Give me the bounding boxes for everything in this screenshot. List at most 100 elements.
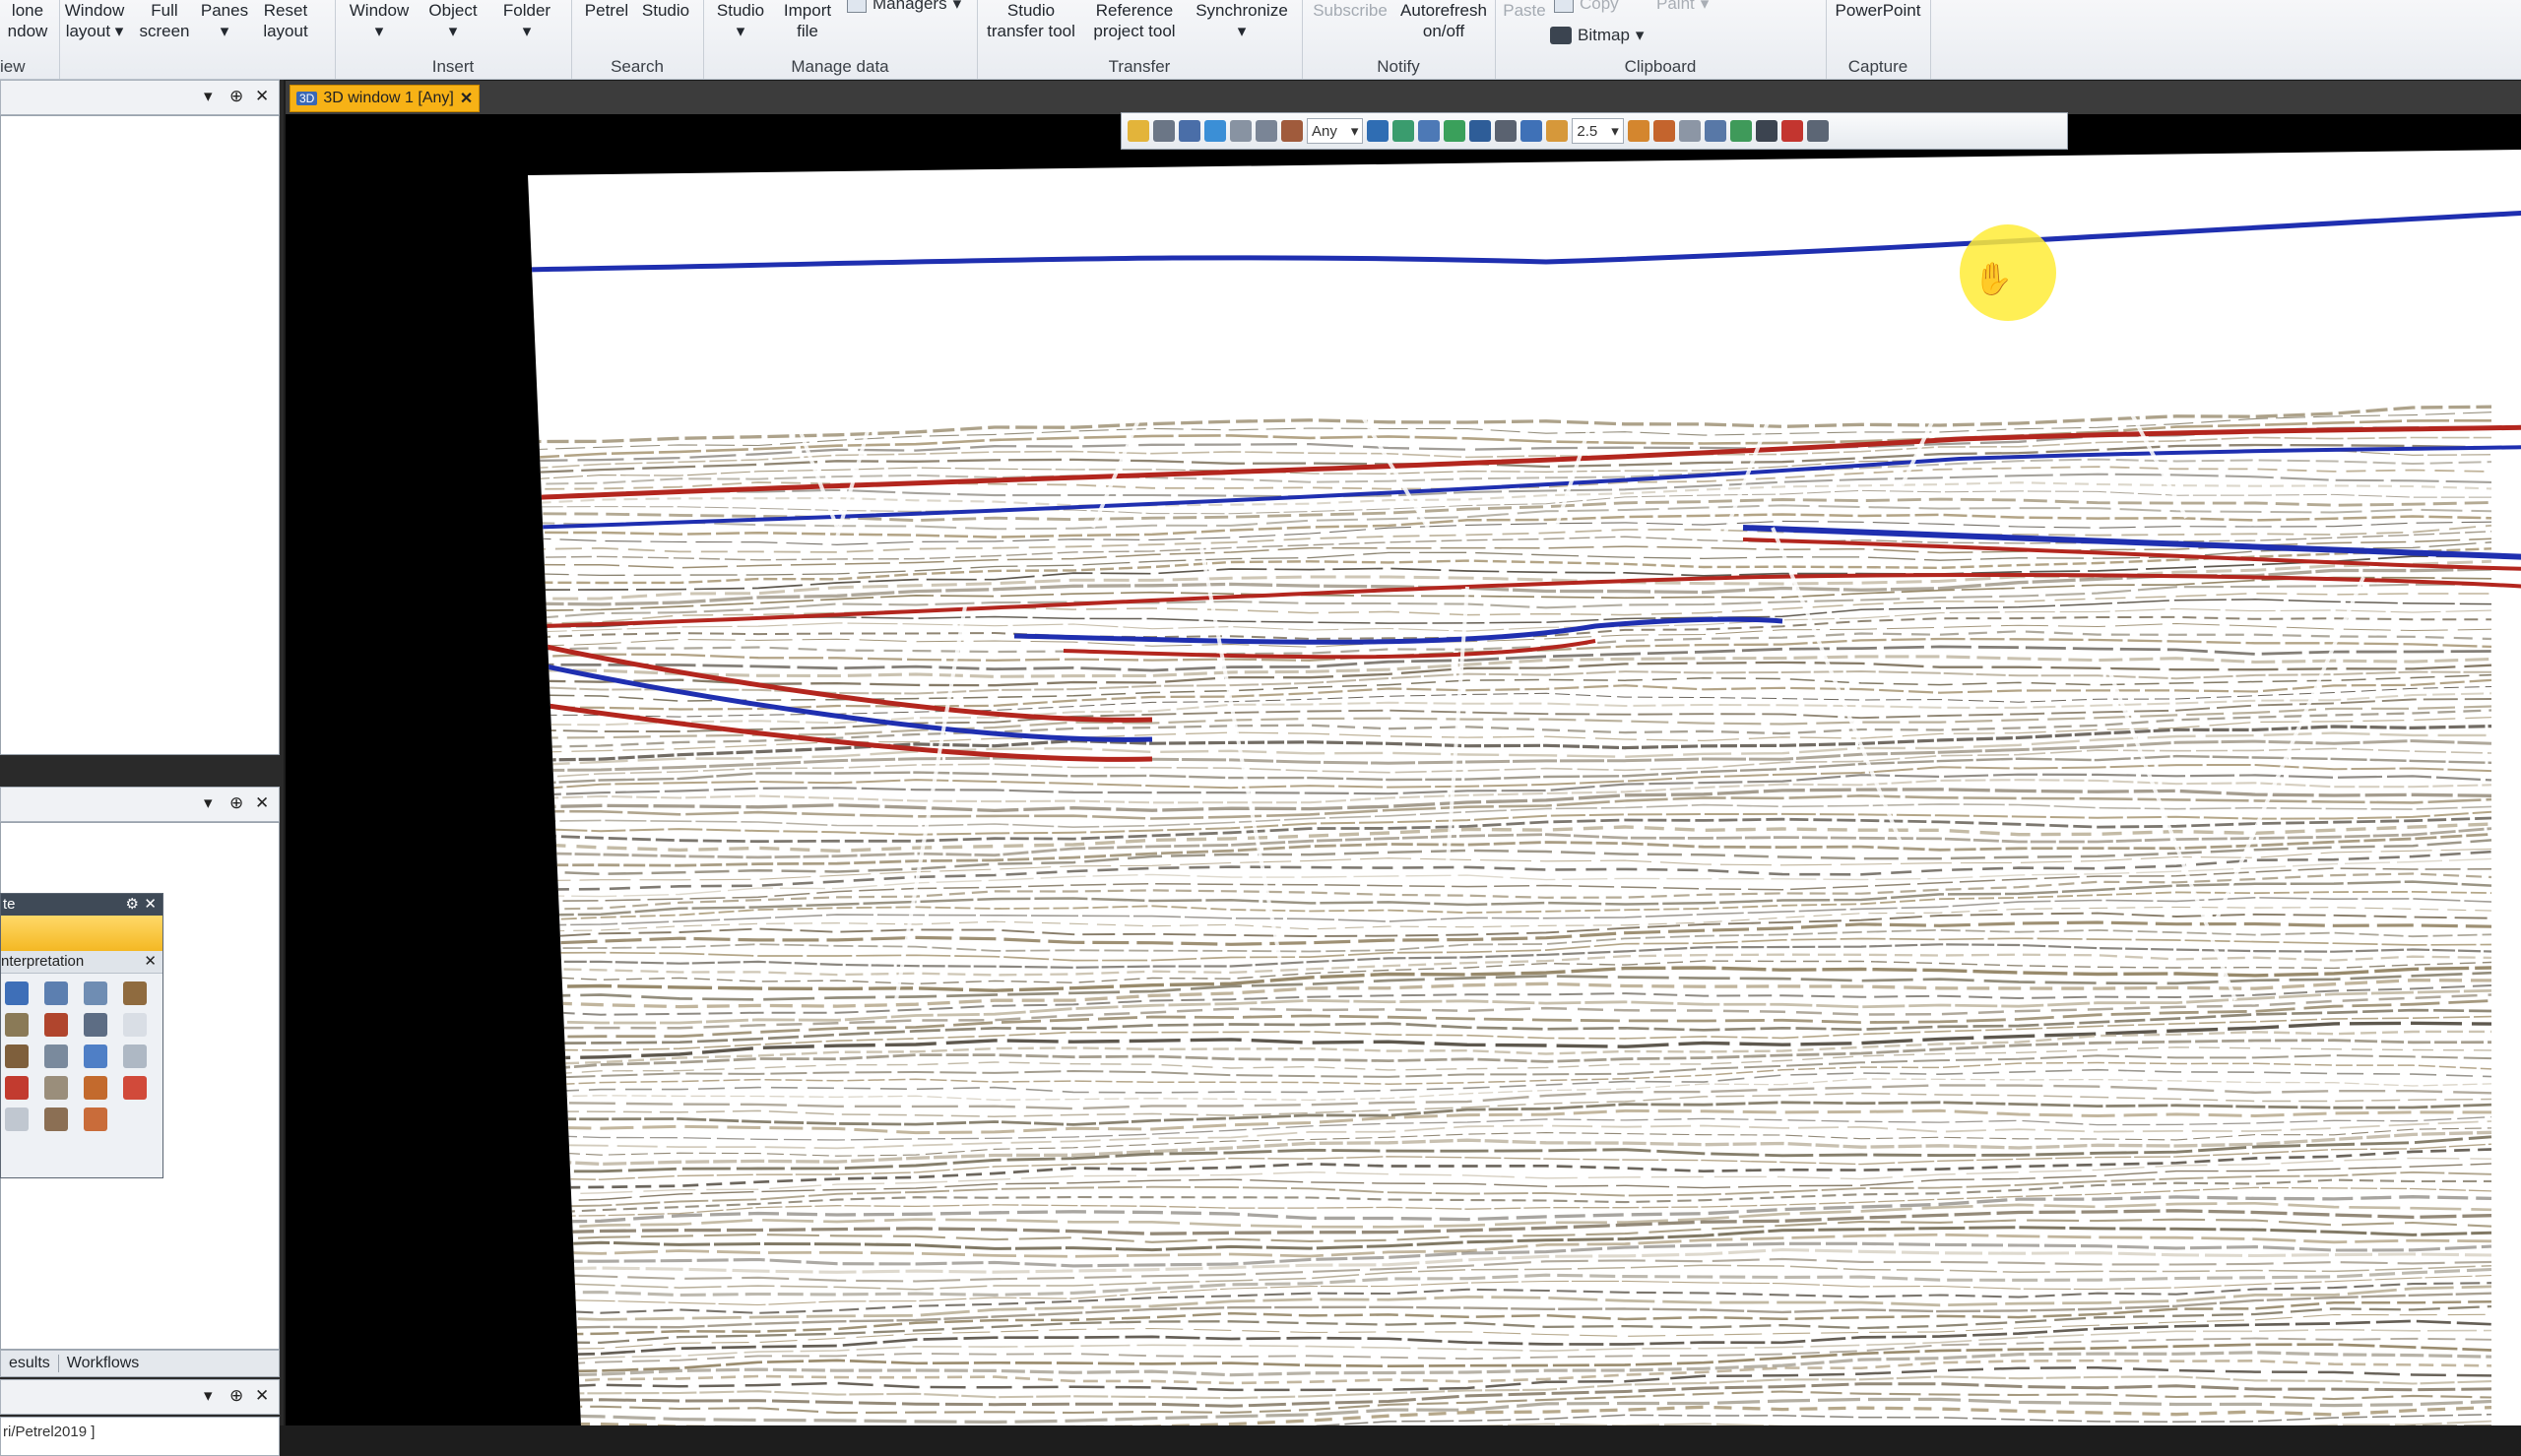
pick-horizon-icon[interactable] — [5, 981, 29, 1005]
group-manage-data-label: Manage data — [791, 57, 889, 76]
frame-icon[interactable] — [1418, 120, 1441, 142]
surface-icon[interactable] — [5, 1013, 29, 1037]
copy-button[interactable]: Copy — [1554, 0, 1619, 14]
camera-icon[interactable] — [1755, 120, 1778, 142]
subscribe-button[interactable]: Subscribe — [1306, 0, 1394, 59]
pin-icon[interactable]: ⊕ — [229, 1386, 243, 1406]
dropdown-icon: ▾ — [1611, 123, 1619, 140]
dropdown-icon: ▾ — [1635, 26, 1645, 44]
close-icon[interactable]: ✕ — [460, 89, 473, 108]
palette-subheader: nterpretation ✕ — [1, 951, 162, 974]
tab-label: 3D window 1 [Any] — [323, 90, 454, 106]
group-insert-label: Insert — [431, 57, 475, 76]
window-icon[interactable] — [1729, 120, 1752, 142]
select-arrow-icon[interactable] — [1153, 120, 1175, 142]
erase-icon[interactable] — [44, 1013, 68, 1037]
binoculars-icon[interactable] — [1469, 120, 1492, 142]
cube-icon[interactable] — [1520, 120, 1543, 142]
pin-icon[interactable]: ⊕ — [229, 793, 243, 813]
close-icon[interactable]: ✕ — [255, 1386, 269, 1406]
tab-badge: 3D — [296, 92, 318, 105]
cross-icon[interactable] — [84, 1045, 107, 1068]
powerpoint-button[interactable]: PowerPoint — [1826, 0, 1930, 59]
folder-button[interactable]: Folder ▾ — [492, 0, 561, 59]
top-pane-body[interactable] — [0, 115, 280, 755]
grid-icon[interactable] — [1230, 120, 1252, 142]
studio-button[interactable]: Studio ▾ — [711, 0, 770, 59]
car-icon[interactable] — [1495, 120, 1518, 142]
tab-workflows[interactable]: Workflows — [57, 1355, 148, 1372]
dropdown-icon[interactable]: ▾ — [204, 1386, 213, 1406]
colormap-icon[interactable] — [84, 1108, 107, 1131]
bitmap-button[interactable]: Bitmap ▾ — [1550, 26, 1644, 45]
hand-icon[interactable] — [1652, 120, 1675, 142]
seed-icon[interactable] — [84, 981, 107, 1005]
petrel-search-button[interactable]: Petrel — [579, 0, 634, 59]
managers-icon — [847, 0, 867, 13]
seismic-section — [528, 150, 2521, 1425]
autotrack-icon[interactable] — [44, 981, 68, 1005]
zoom-select[interactable]: 2.5 ▾ — [1572, 118, 1624, 144]
panes-button[interactable]: Panes ▾ — [197, 0, 252, 59]
reset-layout-button[interactable]: Reset layout — [258, 0, 313, 59]
view-all-icon[interactable] — [1392, 120, 1415, 142]
record-icon[interactable] — [1780, 120, 1803, 142]
split-icon[interactable] — [44, 1076, 68, 1100]
studio-search-button[interactable]: Studio — [636, 0, 695, 59]
clone-window-button[interactable]: lone ndow — [0, 0, 55, 59]
settings-tool-icon[interactable] — [44, 1108, 68, 1131]
star-icon[interactable] — [84, 1076, 107, 1100]
copy-icon — [1554, 0, 1574, 13]
group-transfer: Studio transfer tool Reference project t… — [977, 0, 1303, 79]
window-button[interactable]: Window ▾ — [345, 0, 414, 59]
close-icon[interactable]: ✕ — [255, 87, 269, 106]
studio-transfer-tool-button[interactable]: Studio transfer tool — [981, 0, 1081, 59]
link-icon[interactable] — [1281, 120, 1303, 142]
polygon-icon[interactable] — [44, 1045, 68, 1068]
dropdown-icon[interactable]: ▾ — [204, 87, 213, 106]
paint-button[interactable]: Paint ▾ — [1656, 0, 1709, 14]
import-file-button[interactable]: Import file — [778, 0, 837, 59]
full-screen-button[interactable]: Full screen — [136, 0, 193, 59]
paste-button[interactable]: Paste — [1499, 0, 1550, 59]
group-transfer-label: Transfer — [1108, 57, 1171, 76]
rotate-icon[interactable] — [1678, 120, 1701, 142]
view-mode-icon[interactable] — [1128, 120, 1149, 142]
pin-icon[interactable] — [1806, 120, 1829, 142]
autorefresh-button[interactable]: Autorefresh on/off — [1396, 0, 1491, 59]
blank-tool — [5, 1108, 29, 1131]
middle-pane-header: ▾ ⊕ ✕ — [0, 787, 280, 822]
dropdown-icon[interactable]: ▾ — [204, 793, 213, 813]
palette-icon[interactable] — [1627, 120, 1649, 142]
tab-results[interactable]: esults — [1, 1355, 58, 1372]
fault-tool-icon[interactable] — [123, 981, 147, 1005]
fault-stick-icon[interactable] — [5, 1045, 29, 1068]
home-icon[interactable] — [1367, 120, 1390, 142]
close-icon[interactable]: ✕ — [144, 894, 157, 916]
chart-icon[interactable] — [1704, 120, 1726, 142]
synchronize-button[interactable]: Synchronize ▾ — [1188, 0, 1296, 59]
lasso-icon[interactable] — [123, 1045, 147, 1068]
gear-icon[interactable]: ⚙ — [126, 894, 139, 916]
object-button[interactable]: Object ▾ — [423, 0, 483, 59]
managers-button[interactable]: Managers ▾ — [847, 0, 961, 14]
close-icon[interactable]: ✕ — [144, 951, 157, 973]
window-layout-button[interactable]: Window layout ▾ — [59, 0, 130, 59]
axis-icon[interactable] — [1179, 120, 1200, 142]
fly-icon[interactable] — [1204, 120, 1226, 142]
palette-highlight-bar — [1, 916, 162, 951]
reference-project-tool-button[interactable]: Reference project tool — [1083, 0, 1186, 59]
select-icon[interactable] — [84, 1013, 107, 1037]
tab-3d-window[interactable]: 3D 3D window 1 [Any] ✕ — [290, 85, 481, 112]
marker-icon[interactable] — [123, 1076, 147, 1100]
domain-select[interactable]: Any ▾ — [1307, 118, 1364, 144]
flag-icon[interactable] — [5, 1076, 29, 1100]
close-icon[interactable]: ✕ — [255, 793, 269, 813]
group-search: Petrel Studio Search — [571, 0, 704, 79]
ruler-icon[interactable] — [1256, 120, 1277, 142]
light-icon[interactable] — [1546, 120, 1569, 142]
pin-icon[interactable]: ⊕ — [229, 87, 243, 106]
globe-icon[interactable] — [1444, 120, 1466, 142]
3d-viewport[interactable] — [286, 114, 2521, 1425]
camera-icon — [1550, 27, 1572, 44]
